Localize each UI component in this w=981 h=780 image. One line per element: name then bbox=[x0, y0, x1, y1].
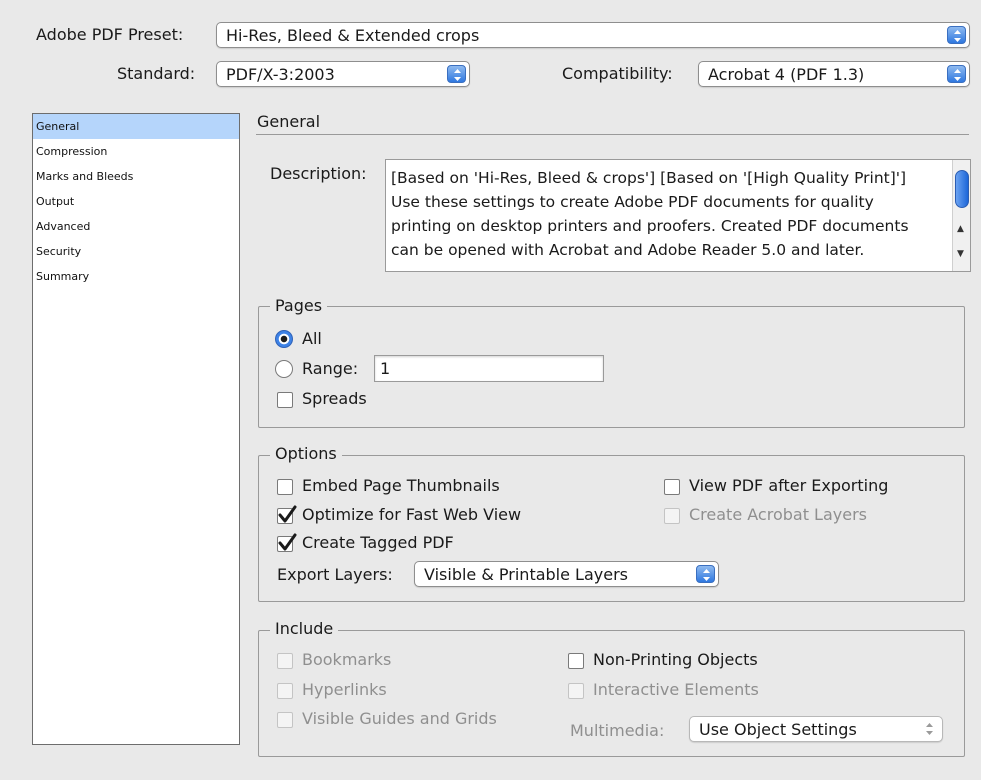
compatibility-value: Acrobat 4 (PDF 1.3) bbox=[708, 65, 865, 84]
non-printing-label: Non-Printing Objects bbox=[593, 650, 758, 669]
multimedia-value: Use Object Settings bbox=[699, 720, 857, 739]
description-scrollbar[interactable]: ▲ ▼ bbox=[952, 160, 970, 271]
include-group-title: Include bbox=[270, 619, 339, 638]
multimedia-label: Multimedia: bbox=[570, 721, 665, 740]
scrollbar-thumb[interactable] bbox=[955, 170, 969, 208]
heading-divider bbox=[256, 134, 969, 135]
sidebar-item-security[interactable]: Security bbox=[33, 239, 239, 264]
embed-thumbnails-checkbox[interactable] bbox=[277, 479, 293, 495]
description-text: [Based on 'Hi-Res, Bleed & crops'] [Base… bbox=[391, 169, 909, 259]
sidebar-item-marks-and-bleeds[interactable]: Marks and Bleeds bbox=[33, 164, 239, 189]
view-after-export-checkbox[interactable] bbox=[664, 479, 680, 495]
embed-thumbnails-label: Embed Page Thumbnails bbox=[302, 476, 500, 495]
pages-all-label: All bbox=[302, 329, 322, 348]
section-heading: General bbox=[257, 112, 321, 131]
bookmarks-label: Bookmarks bbox=[302, 650, 392, 669]
pages-range-value: 1 bbox=[380, 359, 391, 378]
tagged-pdf-label: Create Tagged PDF bbox=[302, 533, 454, 552]
interactive-elements-label: Interactive Elements bbox=[593, 680, 759, 699]
description-field[interactable]: [Based on 'Hi-Res, Bleed & crops'] [Base… bbox=[385, 159, 971, 272]
sidebar-item-general[interactable]: General bbox=[33, 114, 239, 139]
export-layers-select[interactable]: Visible & Printable Layers bbox=[414, 561, 719, 587]
spreads-label: Spreads bbox=[302, 389, 367, 408]
pages-group-title: Pages bbox=[270, 296, 328, 315]
view-after-export-label: View PDF after Exporting bbox=[689, 476, 889, 495]
sidebar-item-advanced[interactable]: Advanced bbox=[33, 214, 239, 239]
preset-select[interactable]: Hi-Res, Bleed & Extended crops bbox=[216, 22, 970, 48]
popup-arrows-icon bbox=[447, 65, 466, 83]
popup-arrows-icon bbox=[947, 65, 966, 83]
popup-arrows-icon bbox=[920, 720, 939, 738]
category-list[interactable]: General Compression Marks and Bleeds Out… bbox=[32, 113, 240, 745]
acrobat-layers-checkbox bbox=[664, 508, 680, 524]
compatibility-select[interactable]: Acrobat 4 (PDF 1.3) bbox=[698, 61, 970, 87]
sidebar-item-summary[interactable]: Summary bbox=[33, 264, 239, 289]
standard-select[interactable]: PDF/X-3:2003 bbox=[216, 61, 470, 87]
description-label: Description: bbox=[270, 164, 367, 183]
scroll-down-arrow-icon[interactable]: ▼ bbox=[957, 249, 964, 259]
guides-grids-checkbox bbox=[277, 712, 293, 728]
pages-all-radio[interactable] bbox=[275, 330, 293, 348]
standard-value: PDF/X-3:2003 bbox=[226, 65, 335, 84]
acrobat-layers-label: Create Acrobat Layers bbox=[689, 505, 867, 524]
options-group-title: Options bbox=[270, 444, 342, 463]
tagged-pdf-checkbox[interactable] bbox=[277, 533, 297, 552]
guides-grids-label: Visible Guides and Grids bbox=[302, 709, 497, 728]
popup-arrows-icon bbox=[696, 565, 715, 583]
pages-range-label: Range: bbox=[302, 359, 359, 378]
export-layers-label: Export Layers: bbox=[277, 565, 393, 584]
non-printing-checkbox[interactable] bbox=[568, 653, 584, 669]
pages-group bbox=[258, 306, 965, 428]
popup-arrows-icon bbox=[947, 26, 966, 44]
checkmark-icon bbox=[278, 533, 297, 551]
compatibility-label: Compatibility: bbox=[562, 64, 673, 83]
preset-value: Hi-Res, Bleed & Extended crops bbox=[226, 26, 480, 45]
pages-range-radio[interactable] bbox=[275, 360, 293, 378]
preset-label: Adobe PDF Preset: bbox=[36, 25, 184, 44]
checkmark-icon bbox=[278, 505, 297, 523]
bookmarks-checkbox bbox=[277, 653, 293, 669]
standard-label: Standard: bbox=[117, 64, 196, 83]
interactive-elements-checkbox bbox=[568, 683, 584, 699]
hyperlinks-label: Hyperlinks bbox=[302, 680, 387, 699]
export-layers-value: Visible & Printable Layers bbox=[424, 565, 628, 584]
optimize-web-label: Optimize for Fast Web View bbox=[302, 505, 522, 524]
sidebar-item-output[interactable]: Output bbox=[33, 189, 239, 214]
optimize-web-checkbox[interactable] bbox=[277, 505, 297, 524]
pages-range-input[interactable]: 1 bbox=[374, 355, 604, 382]
spreads-checkbox[interactable] bbox=[277, 392, 293, 408]
multimedia-select: Use Object Settings bbox=[689, 716, 943, 742]
hyperlinks-checkbox bbox=[277, 683, 293, 699]
sidebar-item-compression[interactable]: Compression bbox=[33, 139, 239, 164]
scroll-up-arrow-icon[interactable]: ▲ bbox=[957, 224, 964, 234]
